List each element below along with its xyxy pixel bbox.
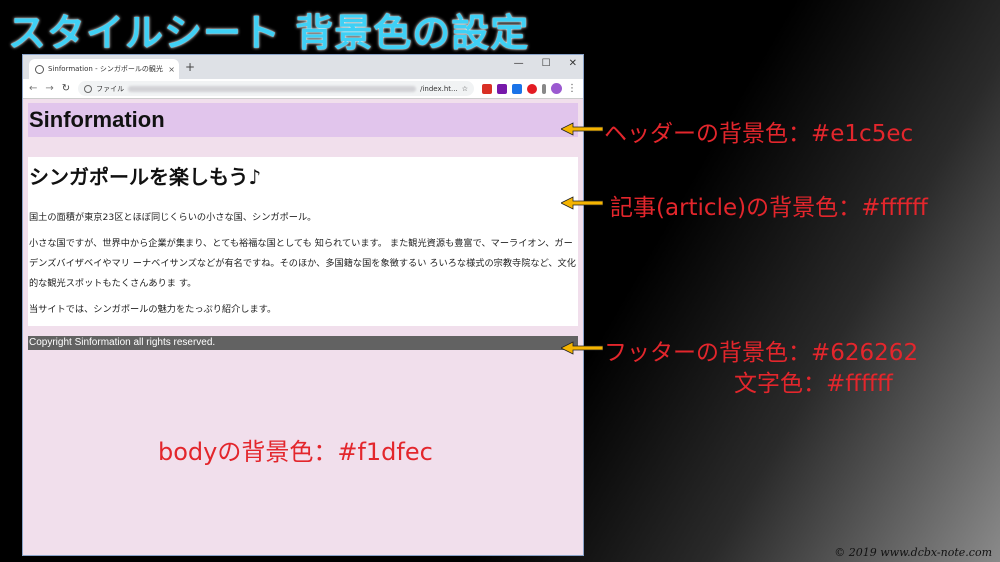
header-arrow-icon xyxy=(561,122,603,136)
security-extension-icon[interactable] xyxy=(527,83,537,94)
forward-icon[interactable]: → xyxy=(45,83,53,94)
article-paragraph: 小さな国ですが、世界中から企業が集まり、とても裕福な国としても 知られています。… xyxy=(29,238,576,289)
pin-extension-icon[interactable] xyxy=(542,83,546,94)
info-icon xyxy=(84,84,93,93)
slide-title: スタイルシート 背景色の設定 xyxy=(8,11,530,55)
star-icon[interactable]: ☆ xyxy=(462,85,468,93)
article-arrow-icon xyxy=(561,196,603,210)
site-footer: Copyright Sinformation all rights reserv… xyxy=(28,336,578,350)
reload-icon[interactable]: ↻ xyxy=(62,83,70,94)
page-body: Sinformation シンガポールを楽しもう♪ 国土の面積が東京23区とほぼ… xyxy=(23,99,583,354)
address-prefix: ファイル xyxy=(96,84,125,93)
maximize-icon[interactable]: ☐ xyxy=(542,58,551,69)
header-annotation: ヘッダーの背景色：#e1c5ec xyxy=(604,121,914,147)
close-window-icon[interactable]: ✕ xyxy=(569,58,577,69)
back-icon[interactable]: ← xyxy=(29,83,37,94)
nav-bar: ← → ↻ ファイル /index.ht... ☆ ⋮ xyxy=(23,79,583,99)
address-bar[interactable]: ファイル /index.ht... ☆ xyxy=(78,81,474,96)
browser-tab[interactable]: Sinformation - シンガポールの観光 × xyxy=(29,59,179,79)
minimize-icon[interactable]: — xyxy=(514,58,524,69)
article-paragraph: 当サイトでは、シンガポールの魅力をたっぷり紹介します。 xyxy=(29,304,277,315)
watermark: © 2019 www.dcbx-note.com xyxy=(834,546,992,559)
extension-icon[interactable] xyxy=(512,83,522,94)
article-paragraph: 国土の面積が東京23区とほぼ同じくらいの小さな国、シンガポール。 xyxy=(29,212,317,223)
globe-icon xyxy=(35,64,44,74)
article: シンガポールを楽しもう♪ 国土の面積が東京23区とほぼ同じくらいの小さな国、シン… xyxy=(28,157,578,326)
menu-icon[interactable]: ⋮ xyxy=(567,83,577,94)
site-header: Sinformation xyxy=(28,103,578,137)
browser-window: Sinformation - シンガポールの観光 × + — ☐ ✕ ← → ↻… xyxy=(22,54,584,556)
gmail-extension-icon[interactable] xyxy=(482,83,492,94)
tab-close-icon[interactable]: × xyxy=(168,65,179,74)
footer-color-annotation: 文字色：#ffffff xyxy=(734,371,893,397)
address-blurred xyxy=(128,85,417,92)
window-controls: — ☐ ✕ xyxy=(514,58,577,69)
tab-bar: Sinformation - シンガポールの観光 × + — ☐ ✕ xyxy=(23,55,583,79)
new-tab-button[interactable]: + xyxy=(185,60,195,74)
footer-arrow-icon xyxy=(561,341,603,355)
body-annotation: bodyの背景色：#f1dfec xyxy=(158,438,433,466)
tab-title: Sinformation - シンガポールの観光 xyxy=(48,65,163,73)
article-annotation: 記事(article)の背景色：#ffffff xyxy=(610,195,928,221)
site-title[interactable]: Sinformation xyxy=(29,107,165,133)
profile-avatar[interactable] xyxy=(551,83,562,94)
extensions: ⋮ xyxy=(482,83,577,94)
onenote-extension-icon[interactable] xyxy=(497,83,507,94)
address-suffix: /index.ht... xyxy=(420,84,458,93)
footer-bg-annotation: フッターの背景色：#626262 xyxy=(604,340,919,366)
article-title: シンガポールを楽しもう♪ xyxy=(29,165,262,189)
